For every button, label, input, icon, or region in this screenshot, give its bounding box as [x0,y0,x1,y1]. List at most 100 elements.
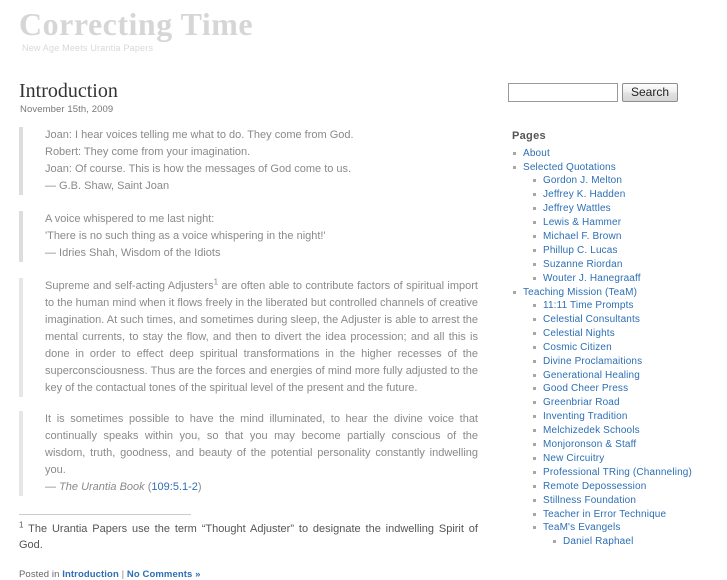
quote-line: Robert: They come from your imagination. [45,146,251,158]
sidebar-page-link[interactable]: Generational Healing [543,370,640,381]
pages-widget-title: Pages [512,130,546,142]
sidebar-page-item[interactable]: Jeffrey K. Hadden [532,188,723,201]
bullet-icon [533,303,536,307]
sidebar-page-item[interactable]: Selected Quotations Gordon J. Melton Jeffr… [512,161,723,285]
sidebar-page-link[interactable]: Lewis & Hammer [543,217,621,228]
sidebar-page-item[interactable]: Remote Depossession [532,480,723,493]
quote-attribution: — G.B. Shaw, Saint Joan [45,180,170,192]
quote-block-shah: A voice whispered to me last night: 'The… [19,211,478,262]
bullet-icon [533,179,536,183]
quote-line: Joan: I hear voices telling me what to d… [45,129,354,141]
sidebar-page-link[interactable]: Jeffrey K. Hadden [543,189,625,200]
sidebar-page-item[interactable]: Jeffrey Wattles [532,202,723,215]
site-header: Correcting Time New Age Meets Urantia Pa… [0,0,727,62]
sidebar-page-item[interactable]: Celestial Consultants [532,313,723,326]
quote-block-shaw: Joan: I hear voices telling me what to d… [19,127,478,195]
bullet-icon [533,207,536,211]
sidebar-page-item[interactable]: Lewis & Hammer [532,216,723,229]
sidebar-page-item[interactable]: Teaching Mission (TeaM) 11:11 Time Prompt… [512,286,723,549]
footnote-1: 1 The Urantia Papers use the term “Thoug… [19,521,478,553]
sidebar-page-link[interactable]: Michael F. Brown [543,231,622,242]
citation-close-paren: ) [197,481,202,493]
sidebar-page-link[interactable]: Gordon J. Melton [543,175,622,186]
sidebar-page-link[interactable]: Jeffrey Wattles [543,203,611,214]
site-tagline: New Age Meets Urantia Papers [22,43,154,53]
bullet-icon [513,165,516,169]
sidebar-page-link[interactable]: About [523,148,550,159]
paragraph-text-rest: are often able to contribute factors of … [45,280,478,394]
sidebar-page-item[interactable]: Michael F. Brown [532,230,723,243]
sidebar-page-link[interactable]: Celestial Consultants [543,314,640,325]
sidebar-page-link[interactable]: TeaM's Evangels [543,522,621,533]
post-category-link[interactable]: Introduction [62,569,119,580]
bullet-icon [533,429,536,433]
sidebar-page-link[interactable]: Phillup C. Lucas [543,245,618,256]
sidebar-page-link[interactable]: Good Cheer Press [543,383,628,394]
sidebar-page-link[interactable]: Monjoronson & Staff [543,439,636,450]
bullet-icon [533,331,536,335]
post-meta-prefix: Posted in [19,569,63,580]
bullet-icon [533,373,536,377]
sidebar-page-link[interactable]: Teacher in Error Technique [543,509,666,520]
sidebar-page-link[interactable]: Divine Proclamaitions [543,356,642,367]
sidebar-page-item[interactable]: Generational Healing [532,369,723,382]
sidebar-page-link[interactable]: Remote Depossession [543,481,646,492]
sidebar-page-item[interactable]: About [512,147,723,160]
post-date: November 15th, 2009 [20,104,114,115]
sidebar-page-item[interactable]: Celestial Nights [532,327,723,340]
sidebar-page-item[interactable]: Wouter J. Hanegraaff [532,272,723,285]
sidebar-page-item[interactable]: Gordon J. Melton [532,174,723,187]
sidebar-page-link[interactable]: Selected Quotations [523,162,616,173]
sidebar-page-link[interactable]: Wouter J. Hanegraaff [543,273,641,284]
search-button[interactable]: Search [622,83,679,102]
sidebar-page-link[interactable]: Stillness Foundation [543,495,636,506]
sidebar-page-item[interactable]: Divine Proclamaitions [532,355,723,368]
sidebar-page-link[interactable]: Professional TRing (Channeling) [543,467,692,478]
sidebar-page-link[interactable]: 11:11 Time Prompts [543,300,634,311]
paragraph-text: It is sometimes possible to have the min… [45,413,478,476]
paragraph-illumination: It is sometimes possible to have the min… [19,411,478,496]
sidebar-page-item[interactable]: Suzanne Riordan [532,258,723,271]
bullet-icon [553,539,556,543]
search-input[interactable] [508,83,618,102]
bullet-icon [533,415,536,419]
sidebar-page-item[interactable]: New Circuitry [532,452,723,465]
post-comments-link[interactable]: No Comments » [127,569,201,580]
post-meta-separator: | [118,569,127,580]
sidebar-page-item[interactable]: Good Cheer Press [532,382,723,395]
bullet-icon [533,248,536,252]
sidebar-page-link[interactable]: Greenbriar Road [543,397,620,408]
sidebar-page-link[interactable]: New Circuitry [543,453,604,464]
sidebar-page-link[interactable]: Melchizedek Schools [543,425,640,436]
sidebar-page-item[interactable]: Phillup C. Lucas [532,244,723,257]
quote-line: Joan: Of course. This is how the message… [45,163,352,175]
quote-line: 'There is no such thing as a voice whisp… [45,230,326,242]
footnote-body: The Urantia Papers use the term “Thought… [19,523,478,551]
bullet-icon [533,317,536,321]
sidebar-page-item[interactable]: Stillness Foundation [532,494,723,507]
bullet-icon [533,456,536,460]
sidebar-page-item[interactable]: TeaM's Evangels Daniel Raphael [532,521,723,548]
sidebar-page-item[interactable]: Cosmic Citizen [532,341,723,354]
bullet-icon [533,359,536,363]
sidebar-page-link[interactable]: Teaching Mission (TeaM) [523,287,637,298]
sidebar-page-link[interactable]: Celestial Nights [543,328,615,339]
post-body: Joan: I hear voices telling me what to d… [0,115,500,496]
sidebar-page-link[interactable]: Daniel Raphael [563,536,633,547]
sidebar-page-item[interactable]: 11:11 Time Prompts [532,299,723,312]
sidebar-page-link[interactable]: Inventing Tradition [543,411,628,422]
bullet-icon [533,401,536,405]
sidebar-page-item[interactable]: Professional TRing (Channeling) [532,466,723,479]
sidebar-page-item[interactable]: Melchizedek Schools [532,424,723,437]
sidebar-page-item[interactable]: Monjoronson & Staff [532,438,723,451]
bullet-icon [513,290,516,294]
sidebar-page-item[interactable]: Daniel Raphael [552,535,723,548]
sidebar-page-item[interactable]: Inventing Tradition [532,410,723,423]
sidebar-page-link[interactable]: Cosmic Citizen [543,342,612,353]
sidebar-page-item[interactable]: Teacher in Error Technique [532,508,723,521]
sidebar-page-link[interactable]: Suzanne Riordan [543,259,623,270]
sidebar-page-item[interactable]: Greenbriar Road [532,396,723,409]
citation-dash: — [45,481,60,493]
citation-reference-link[interactable]: 109:5.1-2 [151,481,197,493]
bullet-icon [533,234,536,238]
